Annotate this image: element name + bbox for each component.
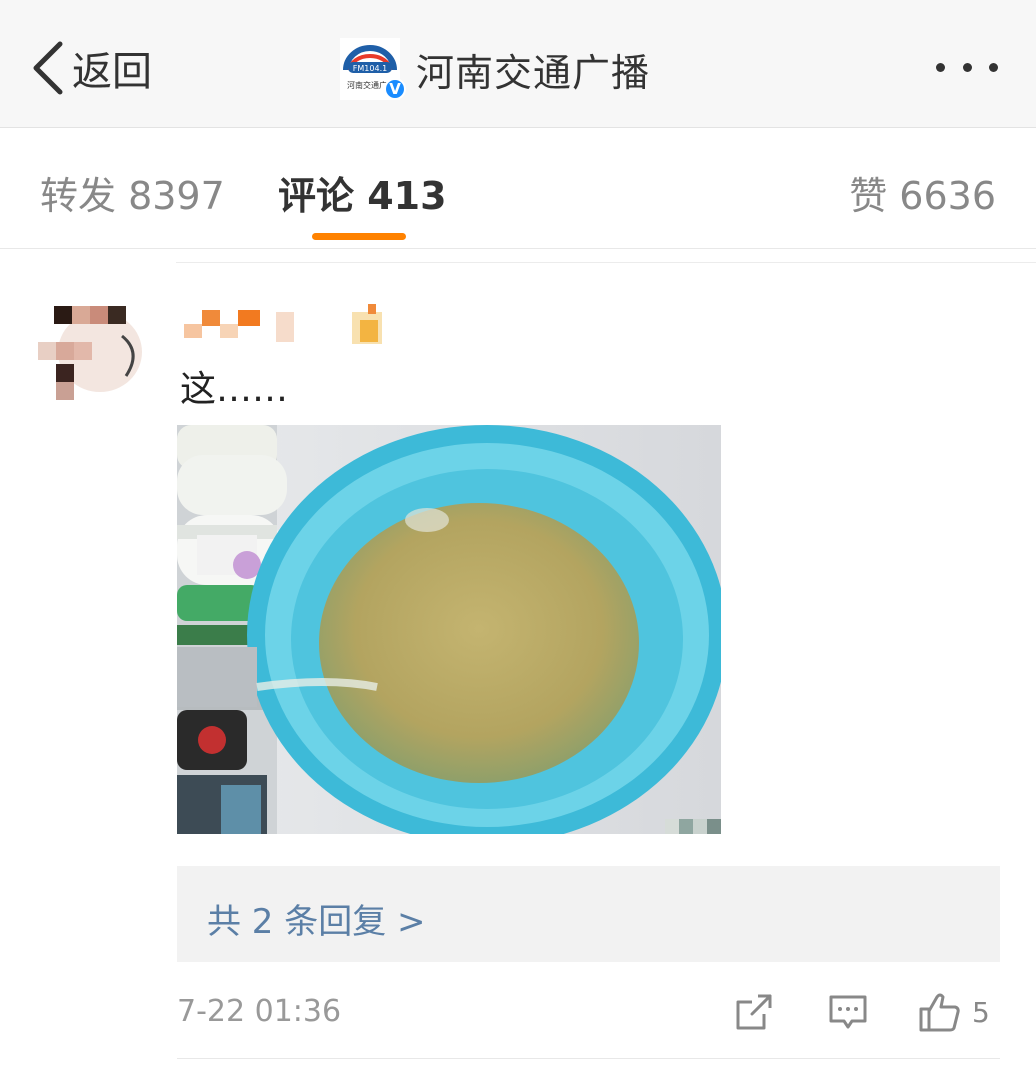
back-button[interactable]: 返回	[30, 38, 152, 98]
back-label: 返回	[72, 49, 152, 95]
logo-text: FM104.1	[353, 64, 387, 73]
more-dot	[989, 62, 998, 72]
divider	[176, 262, 1036, 263]
tab-comment[interactable]: 评论 413	[278, 165, 447, 220]
comment-timestamp: 7-22 01:36	[177, 994, 342, 1029]
more-button[interactable]	[936, 52, 998, 82]
replies-box[interactable]: 共 2 条回复 >	[177, 866, 1000, 962]
tab-repost[interactable]: 转发 8397	[40, 165, 225, 220]
tab-bar: 转发 8397 评论 413 赞 6636	[0, 129, 1036, 249]
comment-text: 这……	[180, 369, 289, 410]
avatar[interactable]	[38, 306, 142, 402]
account-header[interactable]: FM104.1 河南交通广 V 河南交通广播	[340, 34, 650, 104]
more-dot	[962, 62, 972, 72]
username[interactable]	[180, 300, 400, 348]
chevron-left-icon	[33, 41, 63, 95]
verified-icon: V	[384, 78, 406, 100]
like-count: 5	[972, 995, 990, 1029]
thumbs-up-icon	[919, 993, 960, 1032]
tab-like[interactable]: 赞 6636	[849, 165, 996, 220]
comment-image[interactable]	[177, 425, 721, 834]
divider	[177, 1058, 1000, 1059]
view-replies-link[interactable]: 共 2 条回复 >	[207, 894, 426, 943]
share-icon	[736, 994, 772, 1030]
member-badge-icon	[352, 304, 382, 344]
page-title[interactable]: 河南交通广播	[416, 42, 650, 97]
tab-active-indicator	[312, 233, 406, 240]
logo-caption: 河南交通广	[347, 80, 387, 90]
navigation-bar: 返回 FM104.1 河南交通广 V 河南交通广播	[0, 0, 1036, 128]
account-logo[interactable]: FM104.1 河南交通广 V	[340, 38, 406, 100]
comment-icon	[829, 995, 867, 1029]
share-button[interactable]	[734, 990, 774, 1034]
comment-button[interactable]	[828, 990, 868, 1034]
more-dot	[936, 62, 945, 72]
like-button[interactable]: 5	[918, 990, 990, 1034]
